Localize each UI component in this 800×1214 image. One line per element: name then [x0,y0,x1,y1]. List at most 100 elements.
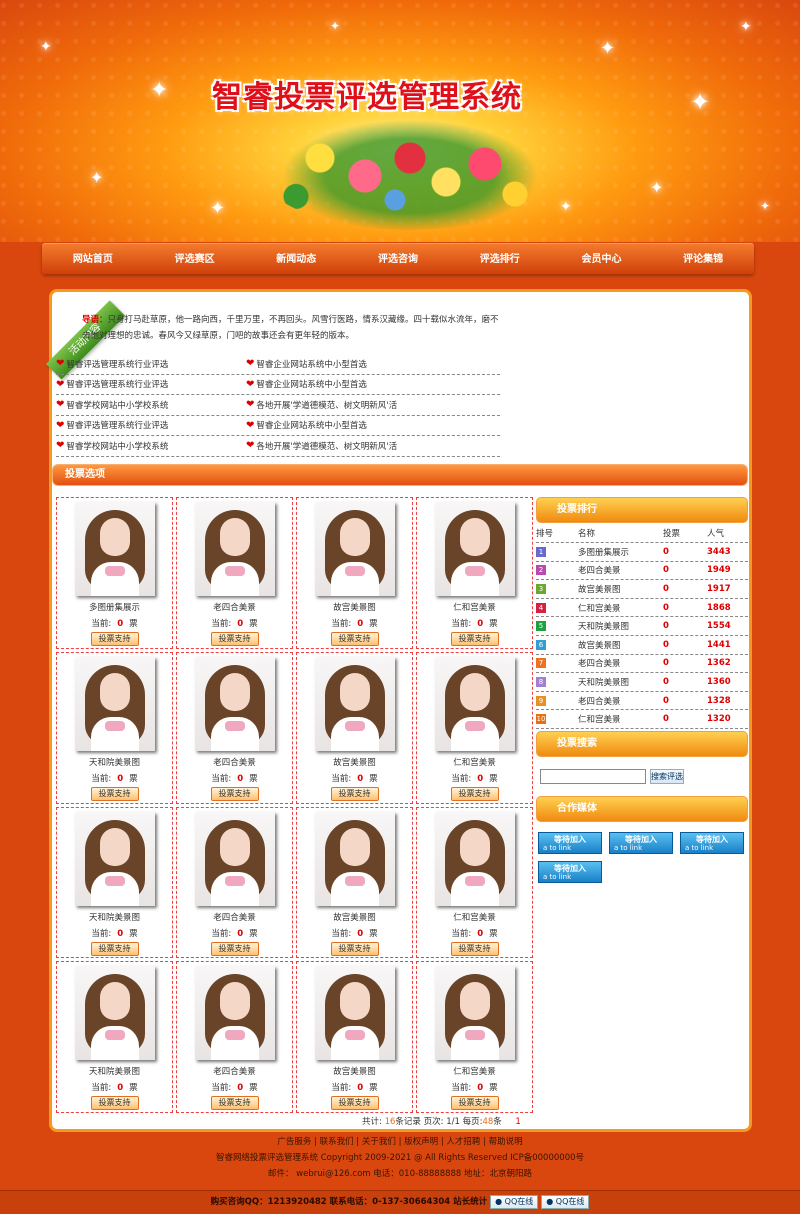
candidate-photo[interactable] [74,811,155,906]
candidate-photo[interactable] [434,656,515,751]
vote-button[interactable]: 投票支持 [330,632,379,646]
rank-name[interactable]: 老四合美景 [578,695,663,707]
vote-button[interactable]: 投票支持 [210,632,259,646]
candidate-name[interactable]: 老四合美景 [213,1065,256,1077]
nav-item-1[interactable]: 网站首页 [42,244,144,274]
qq-online-button-2[interactable]: ● QQ在线 [541,1194,590,1209]
vote-button[interactable]: 投票支持 [210,786,259,801]
vote-button[interactable]: 投票支持 [330,786,379,801]
vote-button[interactable]: 投票支持 [90,941,139,956]
rank-name[interactable]: 故宫美景图 [578,583,663,595]
candidate-name[interactable]: 老四合美景 [213,601,256,613]
candidate-photo[interactable] [74,966,155,1061]
vote-count: 当前: 0 票 [91,617,137,629]
nav-item-3[interactable]: 新闻动态 [245,244,347,274]
news-item-label[interactable]: 各地开展'学道德模范、树文明新风'活 [256,399,397,411]
vote-button[interactable]: 投票支持 [450,941,499,956]
rank-name[interactable]: 老四合美景 [578,657,663,669]
candidate-name[interactable]: 故宫美景图 [333,911,376,923]
ranking-header-cell: 名称 [578,528,596,539]
rank-name[interactable]: 故宫美景图 [578,639,663,651]
vote-button[interactable]: 投票支持 [450,632,499,646]
candidate-photo[interactable] [434,811,515,906]
vote-button[interactable]: 投票支持 [450,1096,499,1111]
candidate-name[interactable]: 故宫美景图 [333,601,376,613]
news-item-label[interactable]: 智睿评选管理系统行业评选 [66,419,168,431]
candidate-name[interactable]: 多图册集展示 [89,601,140,613]
candidate-photo[interactable] [194,502,275,596]
vote-card: 故宫美景图 当前: 0 票投票支持 [296,806,413,959]
candidate-name[interactable]: 故宫美景图 [333,756,376,768]
candidate-photo[interactable] [434,502,515,596]
candidate-photo[interactable] [194,966,275,1061]
nav-item-4[interactable]: 评选咨询 [347,244,449,274]
vote-button[interactable]: 投票支持 [330,1096,379,1111]
news-item-label[interactable]: 智睿评选管理系统行业评选 [66,378,168,390]
partner-link[interactable]: 等待加入 a to link [680,831,744,854]
candidate-name[interactable]: 天和院美景图 [89,756,140,768]
news-item[interactable]: ❤ 智睿学校网站中小学校系统 [56,440,246,452]
news-item[interactable]: ❤ 智睿企业网站系统中小型首选 [246,378,436,391]
rank-name[interactable]: 多图册集展示 [578,546,663,558]
candidate-photo[interactable] [314,656,395,751]
candidate-name[interactable]: 老四合美景 [213,756,256,768]
vote-button[interactable]: 投票支持 [90,632,139,646]
rank-name[interactable]: 老四合美景 [578,564,663,576]
news-item[interactable]: ❤ 智睿学校网站中小学校系统 [56,399,246,411]
vote-button[interactable]: 投票支持 [90,1096,139,1111]
news-item-label[interactable]: 各地开展'学道德模范、树文明新风'活 [256,440,397,452]
news-item-label[interactable]: 智睿学校网站中小学校系统 [66,399,168,411]
news-item[interactable]: ❤ 智睿企业网站系统中小型首选 [246,419,436,432]
news-item-label[interactable]: 智睿企业网站系统中小型首选 [256,378,367,390]
candidate-photo[interactable] [314,811,395,906]
nav-item-7[interactable]: 评论集锦 [652,244,754,274]
candidate-name[interactable]: 天和院美景图 [89,1065,140,1077]
footer-links[interactable]: 广告服务 | 联系我们 | 关于我们 | 版权声明 | 人才招聘 | 帮助说明 [0,1134,800,1150]
candidate-name[interactable]: 故宫美景图 [333,1065,376,1077]
vote-card: 仁和宫美景 当前: 0 票投票支持 [416,961,533,1113]
rank-name[interactable]: 仁和宫美景 [578,713,663,725]
current-label: 当前: [211,773,232,784]
news-item[interactable]: ❤ 智睿企业网站系统中小型首选 [246,358,436,370]
nav-item-6[interactable]: 会员中心 [551,244,653,274]
candidate-name[interactable]: 仁和宫美景 [453,601,496,613]
candidate-name[interactable]: 仁和宫美景 [453,911,496,923]
vote-button[interactable]: 投票支持 [210,1096,259,1111]
news-item-label[interactable]: 智睿评选管理系统行业评选 [66,358,168,370]
news-item[interactable]: ❤ 各地开展'学道德模范、树文明新风'活 [246,399,436,411]
news-item-label[interactable]: 智睿企业网站系统中小型首选 [256,358,367,370]
candidate-photo[interactable] [74,502,155,596]
qq-online-button-1[interactable]: ● QQ在线 [490,1194,539,1209]
candidate-photo[interactable] [194,656,275,751]
partner-link[interactable]: 等待加入 a to link [538,860,602,883]
partner-link[interactable]: 等待加入 a to link [609,831,673,854]
candidate-photo[interactable] [434,966,515,1061]
nav-item-2[interactable]: 评选赛区 [144,244,246,274]
search-button[interactable]: 搜索评选 [650,768,684,784]
candidate-name[interactable]: 仁和宫美景 [453,1065,496,1077]
search-input[interactable] [540,768,646,784]
rank-name[interactable]: 天和院美景图 [578,620,663,632]
rank-name[interactable]: 天和院美景图 [578,676,663,688]
candidate-name[interactable]: 老四合美景 [213,911,256,923]
news-item[interactable]: ❤ 各地开展'学道德模范、树文明新风'活 [246,440,436,452]
candidate-name[interactable]: 仁和宫美景 [453,756,496,768]
partner-link[interactable]: 等待加入 a to link [538,831,602,854]
candidate-photo[interactable] [314,502,395,596]
news-item[interactable]: ❤ 智睿评选管理系统行业评选 [56,358,246,370]
candidate-photo[interactable] [74,656,155,751]
vote-button[interactable]: 投票支持 [210,941,259,956]
news-item[interactable]: ❤ 智睿评选管理系统行业评选 [56,378,246,391]
vote-button[interactable]: 投票支持 [90,786,139,801]
nav-item-5[interactable]: 评选排行 [449,244,551,274]
candidate-photo[interactable] [314,966,395,1061]
candidate-name[interactable]: 天和院美景图 [89,911,140,923]
news-item-label[interactable]: 智睿企业网站系统中小型首选 [256,419,367,431]
rank-name[interactable]: 仁和宫美景 [578,602,663,614]
news-item[interactable]: ❤ 智睿评选管理系统行业评选 [56,419,246,432]
pager-page-link[interactable]: 1 [515,1117,520,1127]
vote-button[interactable]: 投票支持 [450,786,499,801]
candidate-photo[interactable] [194,811,275,906]
vote-button[interactable]: 投票支持 [330,941,379,956]
news-item-label[interactable]: 智睿学校网站中小学校系统 [66,440,168,452]
